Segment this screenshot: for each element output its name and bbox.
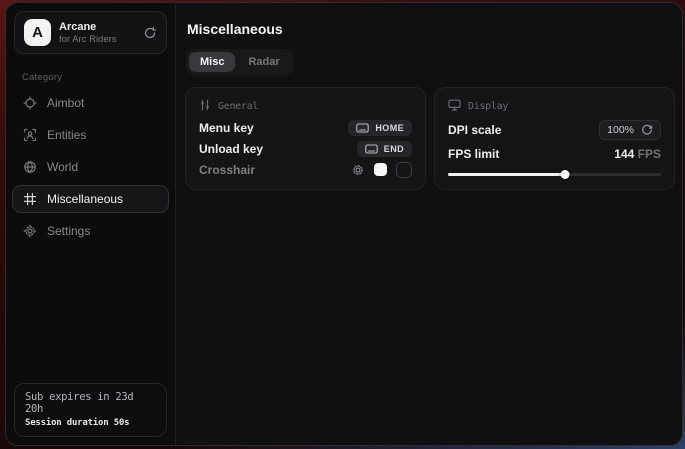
tab-misc[interactable]: Misc: [189, 52, 235, 72]
refresh-icon[interactable]: [143, 26, 157, 40]
person-scan-icon: [23, 128, 37, 142]
menu-key-row: Menu key HOME: [199, 118, 412, 139]
app-name: Arcane: [59, 21, 117, 33]
cards-row: General Menu key HOME: [185, 87, 675, 190]
main-content: Miscellaneous Misc Radar General: [176, 3, 683, 445]
fps-limit-row: FPS limit 144 FPS: [448, 142, 661, 166]
slider-fill: [448, 173, 565, 176]
sidebar-item-aimbot[interactable]: Aimbot: [12, 89, 169, 117]
sub-expiry-text: Sub expires in 23d 20h: [25, 391, 156, 415]
crosshair-label: Crosshair: [199, 163, 255, 177]
keyboard-icon: [365, 144, 378, 154]
gear-icon: [23, 224, 37, 238]
display-card-title: Display: [468, 101, 508, 112]
monitor-icon: [448, 99, 461, 114]
keyboard-icon: [356, 123, 369, 133]
crosshair-controls: [351, 162, 412, 178]
dpi-scale-select[interactable]: 100%: [599, 120, 661, 140]
dpi-scale-row: DPI scale 100%: [448, 118, 661, 142]
general-card-header: General: [199, 99, 412, 114]
sidebar-item-label: World: [47, 160, 78, 174]
sliders-icon: [199, 99, 211, 114]
crosshair-icon: [23, 96, 37, 110]
fps-limit-unit: FPS: [638, 147, 661, 161]
sidebar-nav: Aimbot Entities: [6, 89, 175, 245]
globe-icon: [23, 160, 37, 174]
sidebar-item-label: Aimbot: [47, 96, 84, 110]
unload-key-row: Unload key END: [199, 139, 412, 160]
sidebar-item-label: Miscellaneous: [47, 192, 123, 206]
tab-radar[interactable]: Radar: [237, 52, 290, 72]
menu-key-bind-button[interactable]: HOME: [348, 120, 412, 136]
display-card-header: Display: [448, 99, 661, 114]
app-subtitle: for Arc Riders: [59, 34, 117, 45]
general-card: General Menu key HOME: [185, 87, 426, 190]
menu-key-label: Menu key: [199, 121, 254, 135]
display-card: Display DPI scale 100%: [434, 87, 675, 190]
sidebar-item-settings[interactable]: Settings: [12, 217, 169, 245]
sidebar-item-label: Entities: [47, 128, 86, 142]
general-card-title: General: [218, 101, 258, 112]
fps-limit-value: 144 FPS: [614, 147, 661, 161]
sidebar-item-label: Settings: [47, 224, 90, 238]
subscription-info-card: Sub expires in 23d 20h Session duration …: [14, 383, 167, 437]
session-duration-text: Session duration 50s: [25, 418, 156, 428]
fps-limit-label: FPS limit: [448, 147, 499, 161]
tab-bar: Misc Radar: [186, 49, 294, 75]
dpi-scale-label: DPI scale: [448, 123, 501, 137]
unload-key-bind-button[interactable]: END: [357, 141, 412, 157]
reset-icon[interactable]: [641, 124, 653, 136]
sidebar-item-world[interactable]: World: [12, 153, 169, 181]
app-meta: Arcane for Arc Riders: [59, 21, 117, 45]
sidebar: A Arcane for Arc Riders Category: [6, 3, 176, 445]
fps-limit-slider[interactable]: [448, 169, 661, 180]
crosshair-color-swatch[interactable]: [374, 163, 387, 176]
crosshair-checkbox[interactable]: [396, 162, 412, 178]
category-label: Category: [6, 62, 175, 89]
sidebar-item-entities[interactable]: Entities: [12, 121, 169, 149]
app-header-card: A Arcane for Arc Riders: [14, 11, 167, 54]
fps-limit-number: 144: [614, 147, 634, 161]
dpi-scale-value: 100%: [607, 124, 634, 136]
page-title: Miscellaneous: [187, 21, 675, 37]
unload-key-value: END: [384, 144, 404, 154]
app-window: A Arcane for Arc Riders Category: [5, 2, 683, 446]
crosshair-row: Crosshair: [199, 159, 412, 180]
grid-sliders-icon: [23, 192, 37, 206]
crosshair-settings-gear-icon[interactable]: [351, 163, 365, 177]
menu-key-value: HOME: [375, 123, 404, 133]
app-logo: A: [24, 19, 51, 46]
sidebar-item-miscellaneous[interactable]: Miscellaneous: [12, 185, 169, 213]
slider-thumb[interactable]: [561, 170, 570, 179]
unload-key-label: Unload key: [199, 142, 263, 156]
